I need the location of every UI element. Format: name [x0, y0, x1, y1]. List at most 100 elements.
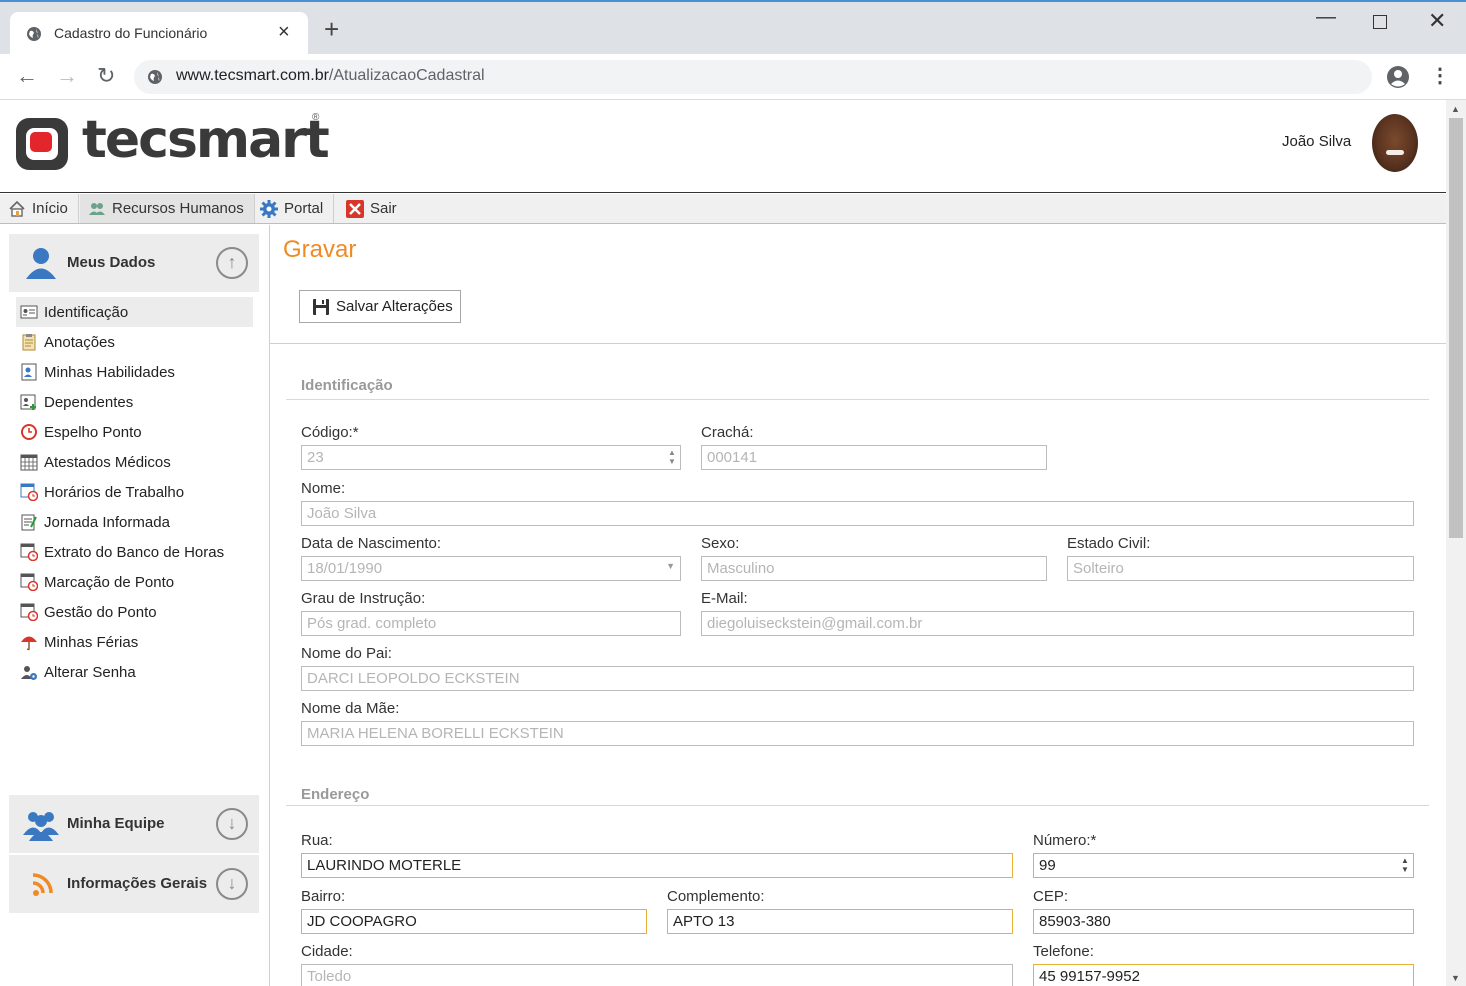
calendar-clock-icon — [20, 543, 38, 561]
url-path: /AtualizacaoCadastral — [328, 67, 485, 84]
email-label: E-Mail: — [701, 590, 748, 607]
page-scrollbar[interactable]: ▲ ▼ — [1446, 100, 1466, 986]
email-value: diegoluiseckstein@gmail.com.br — [707, 615, 923, 632]
globe-icon — [27, 27, 41, 41]
document-edit-icon — [21, 514, 37, 531]
accordion-meus-dados[interactable]: Meus Dados ↑ — [9, 234, 259, 292]
nome-field[interactable]: João Silva — [301, 501, 1414, 526]
menu-item-portal[interactable]: Portal — [252, 194, 335, 223]
sidebar-item-extrato-banco-de-horas[interactable]: Extrato do Banco de Horas — [16, 537, 253, 567]
sidebar-item-jornada-informada[interactable]: Jornada Informada — [16, 507, 253, 537]
email-field[interactable]: diegoluiseckstein@gmail.com.br — [701, 611, 1414, 636]
sidebar-item-label: Dependentes — [44, 393, 134, 411]
sidebar-item-gestao-do-ponto[interactable]: Gestão do Ponto — [16, 597, 253, 627]
new-tab-icon[interactable]: + — [324, 16, 339, 42]
nome-pai-label: Nome do Pai: — [301, 645, 392, 662]
section-divider — [286, 399, 1429, 400]
sidebar-item-label: Extrato do Banco de Horas — [44, 543, 225, 561]
minimize-icon[interactable]: — — [1316, 6, 1336, 29]
user-name: João Silva — [1282, 133, 1352, 150]
window-close-icon[interactable]: ✕ — [1428, 8, 1446, 34]
avatar[interactable] — [1372, 114, 1418, 172]
accordion-informacoes-gerais[interactable]: Informações Gerais ↓ — [9, 855, 259, 913]
nome-mae-field[interactable]: MARIA HELENA BORELLI ECKSTEIN — [301, 721, 1414, 746]
main-content: Gravar Salvar Alterações Identificação C… — [270, 225, 1446, 986]
nome-pai-field[interactable]: DARCI LEOPOLDO ECKSTEIN — [301, 666, 1414, 691]
sidebar-item-espelho-ponto[interactable]: Espelho Ponto — [16, 417, 253, 447]
accordion-label: Minha Equipe — [67, 815, 165, 832]
tecsmart-logo[interactable]: tecsmart ® — [16, 110, 330, 176]
tab-close-icon[interactable]: × — [278, 21, 290, 43]
cidade-field[interactable]: Toledo — [301, 964, 1013, 986]
sidebar-item-minhas-habilidades[interactable]: Minhas Habilidades — [16, 357, 253, 387]
arrow-down-icon[interactable]: ↓ — [216, 808, 248, 840]
menu-item-sair[interactable]: Sair — [338, 194, 407, 223]
nascimento-value: 18/01/1990 — [307, 560, 383, 577]
menu-item-recursos-humanos[interactable]: Recursos Humanos — [80, 194, 255, 223]
scrollbar-thumb[interactable] — [1449, 118, 1463, 538]
accordion-label: Informações Gerais — [67, 875, 208, 892]
browser-tabstrip: Cadastro do Funcionário × + — ✕ — [0, 0, 1466, 56]
rua-field[interactable]: LAURINDO MOTERLE — [301, 853, 1013, 878]
logo-mark-icon — [16, 118, 68, 170]
team-icon — [23, 812, 59, 841]
tab-title: Cadastro do Funcionário — [54, 25, 208, 41]
numero-field[interactable]: 99 ▲ ▼ — [1033, 853, 1414, 878]
back-arrow-icon[interactable]: ← — [16, 64, 38, 88]
spinner-arrows-icon[interactable]: ▲ ▼ — [1400, 856, 1410, 874]
browser-toolbar: ← → ↻ www.tecsmart.com.br/AtualizacaoCad… — [0, 54, 1466, 100]
complemento-field[interactable]: APTO 13 — [667, 909, 1013, 934]
home-icon — [9, 200, 25, 217]
bairro-label: Bairro: — [301, 888, 346, 905]
maximize-icon[interactable] — [1373, 15, 1387, 29]
menu-label: Portal — [284, 200, 324, 217]
dropdown-arrow-icon[interactable]: ▼ — [666, 561, 675, 571]
sidebar-item-marcacao-de-ponto[interactable]: Marcação de Ponto — [16, 567, 253, 597]
complemento-value: APTO 13 — [673, 913, 735, 930]
reload-icon[interactable]: ↻ — [97, 64, 115, 88]
browser-tab[interactable]: Cadastro do Funcionário × — [10, 12, 308, 56]
address-bar[interactable]: www.tecsmart.com.br/AtualizacaoCadastral — [134, 60, 1372, 94]
telefone-field[interactable]: 45 99157-9952 — [1033, 964, 1414, 986]
divider — [270, 343, 1446, 344]
menu-item-inicio[interactable]: Início — [0, 194, 79, 223]
cep-field[interactable]: 85903-380 — [1033, 909, 1414, 934]
sidebar-item-minhas-ferias[interactable]: Minhas Férias — [16, 627, 253, 657]
cracha-field[interactable]: 000141 — [701, 445, 1047, 470]
bairro-field[interactable]: JD COOPAGRO — [301, 909, 647, 934]
sidebar-item-atestados-medicos[interactable]: Atestados Médicos — [16, 447, 253, 477]
sidebar-item-alterar-senha[interactable]: Alterar Senha — [16, 657, 253, 687]
logo-registered: ® — [312, 112, 320, 123]
arrow-down-icon[interactable]: ↓ — [216, 868, 248, 900]
sexo-field[interactable]: Masculino — [701, 556, 1047, 581]
scroll-down-icon[interactable]: ▼ — [1451, 973, 1460, 983]
estado-civil-field[interactable]: Solteiro — [1067, 556, 1414, 581]
sidebar-list: Identificação Anotações Minhas Habilidad… — [16, 297, 253, 687]
sidebar-item-dependentes[interactable]: Dependentes — [16, 387, 253, 417]
grau-instrucao-field[interactable]: Pós grad. completo — [301, 611, 681, 636]
save-changes-button[interactable]: Salvar Alterações — [299, 290, 461, 323]
gear-icon — [260, 199, 278, 218]
browser-menu-icon[interactable]: ⋮ — [1430, 63, 1450, 89]
scroll-up-icon[interactable]: ▲ — [1451, 104, 1460, 114]
arrow-up-icon[interactable]: ↑ — [216, 247, 248, 279]
people-icon — [89, 202, 105, 215]
codigo-field[interactable]: 23 ▲ ▼ — [301, 445, 681, 470]
cidade-value: Toledo — [307, 968, 352, 985]
forward-arrow-icon[interactable]: → — [56, 64, 78, 88]
sidebar-item-identificacao[interactable]: Identificação — [16, 297, 253, 327]
sidebar-item-anotacoes[interactable]: Anotações — [16, 327, 253, 357]
sidebar-item-label: Jornada Informada — [44, 513, 170, 531]
web-page: tecsmart ® João Silva Início Recursos Hu… — [0, 100, 1446, 986]
sidebar-item-horarios-de-trabalho[interactable]: Horários de Trabalho — [16, 477, 253, 507]
nascimento-field[interactable]: 18/01/1990 ▼ — [301, 556, 681, 581]
cep-label: CEP: — [1033, 888, 1069, 905]
site-info-icon[interactable] — [147, 69, 163, 85]
profile-icon[interactable] — [1386, 65, 1410, 89]
accordion-minha-equipe[interactable]: Minha Equipe ↓ — [9, 795, 259, 853]
user-icon — [26, 248, 56, 279]
spinner-arrows-icon[interactable]: ▲ ▼ — [667, 448, 677, 466]
calendar-clock-icon — [20, 483, 38, 501]
accordion-label: Meus Dados — [67, 254, 156, 271]
clock-icon — [21, 424, 37, 440]
